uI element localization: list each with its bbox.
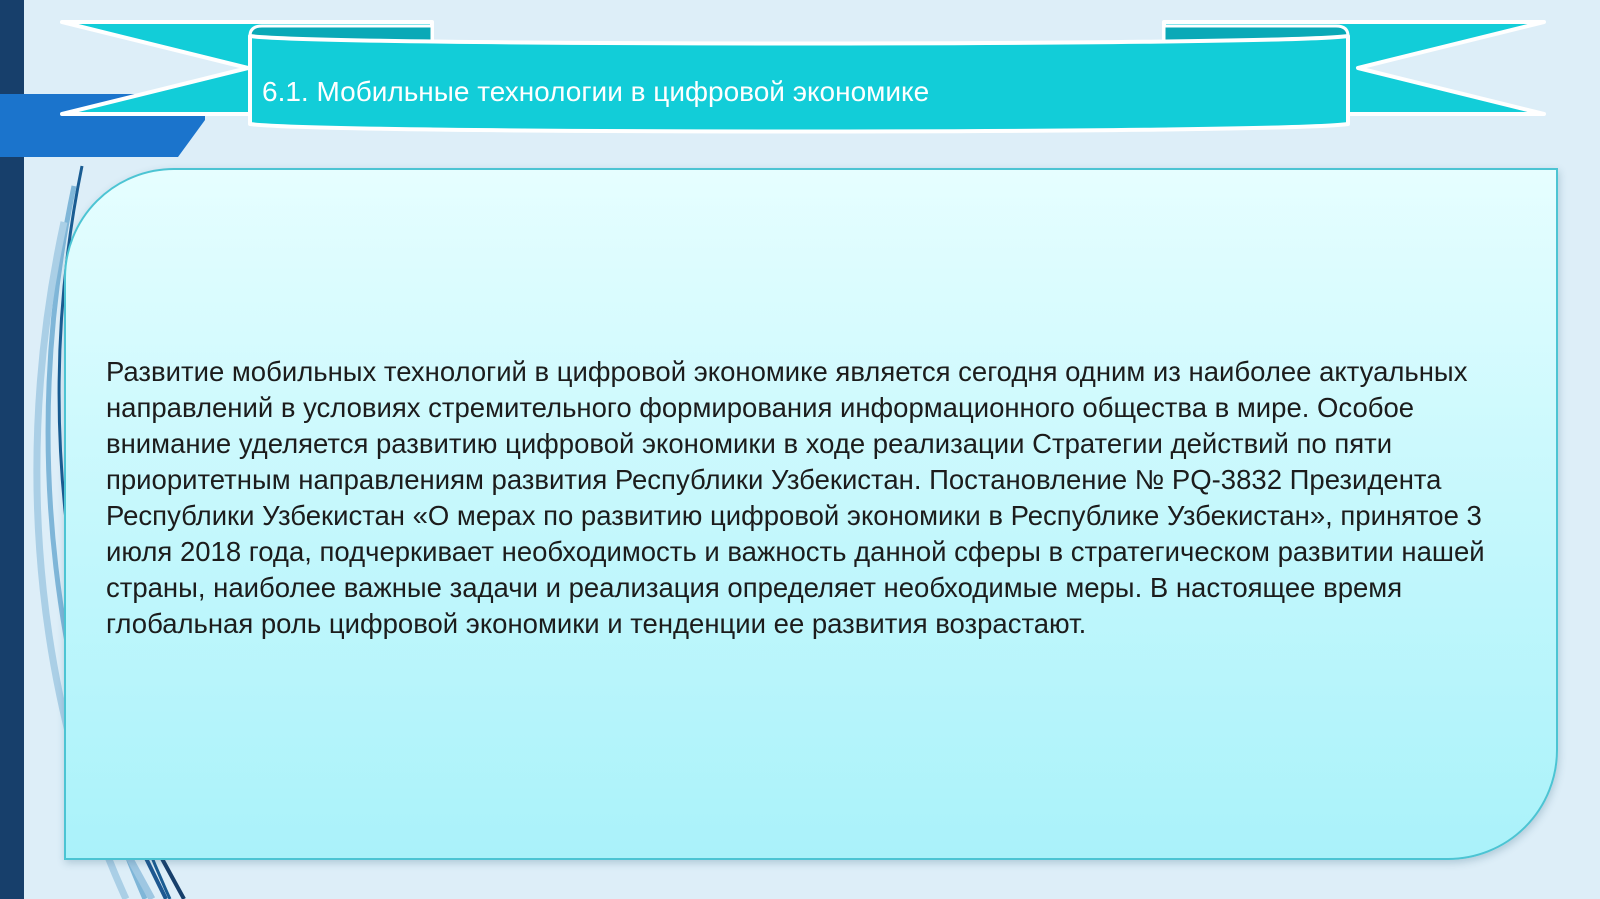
body-paragraph: Развитие мобильных технологий в цифровой… xyxy=(106,356,1485,639)
slide-title: 6.1. Мобильные технологии в цифровой эко… xyxy=(262,76,930,107)
slide: 6.1. Мобильные технологии в цифровой эко… xyxy=(0,0,1600,899)
